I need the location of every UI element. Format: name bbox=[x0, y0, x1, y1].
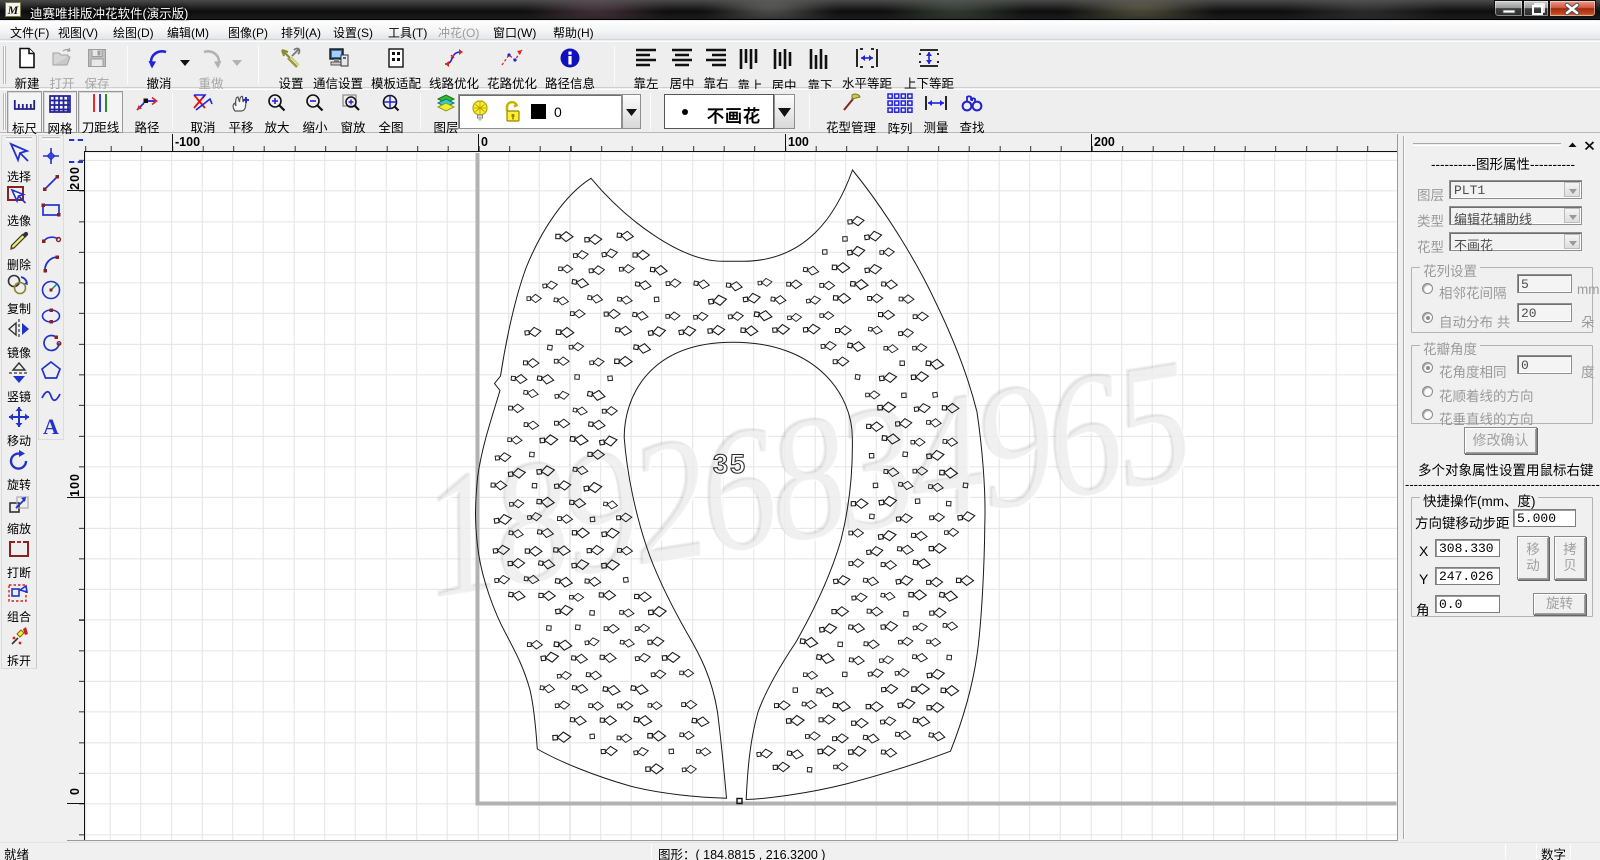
svg-text:35: 35 bbox=[713, 449, 747, 479]
